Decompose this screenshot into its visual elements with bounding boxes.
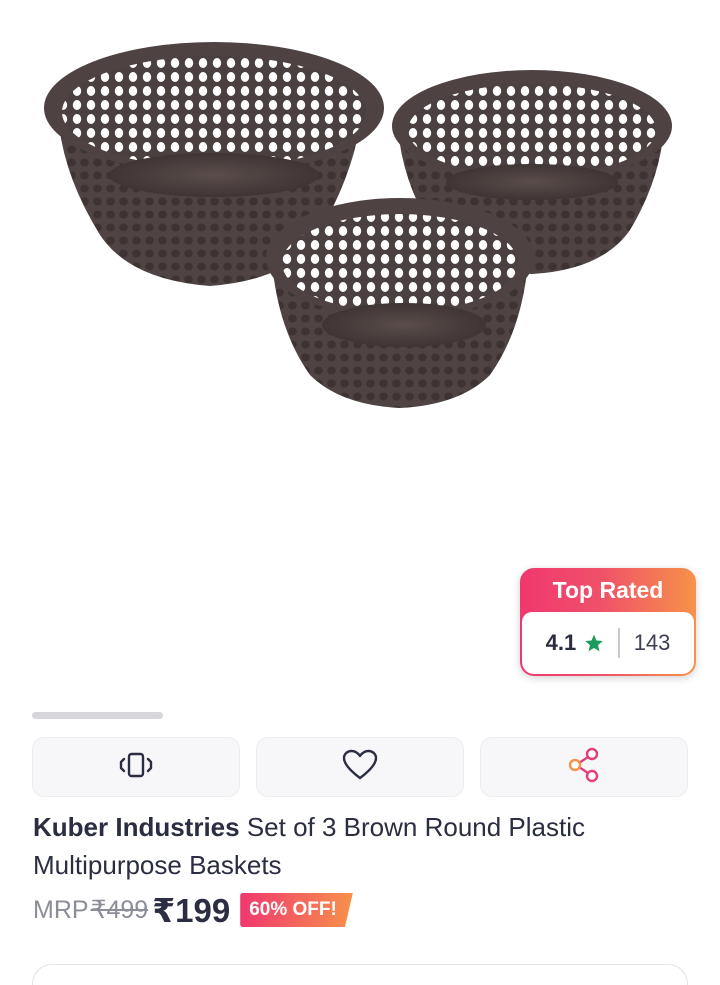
mrp-label: MRP [33,895,89,924]
product-image[interactable] [0,0,720,560]
selling-price: ₹199 [152,891,231,929]
wishlist-button[interactable] [256,737,464,797]
device-vibrate-icon [117,750,155,785]
brand-name[interactable]: Kuber Industries [33,812,240,842]
product-title: Kuber Industries Set of 3 Brown Round Pl… [33,808,693,884]
price-row: MRP ₹499 ₹199 60% OFF! [33,888,353,932]
basket-set-image [44,42,672,408]
similar-products-button[interactable] [32,737,240,797]
share-button[interactable] [480,737,688,797]
top-rated-label: Top Rated [552,576,664,603]
share-icon [567,747,601,788]
next-section-card[interactable] [32,964,688,985]
mrp-value: ₹499 [90,896,149,924]
discount-badge: 60% OFF! [240,893,353,927]
rating-count: 143 [633,630,671,655]
rating-value: 4.1 [545,630,577,655]
basket-small [266,198,534,408]
rating-summary: 4.1 143 [522,612,694,674]
rating-divider [618,628,620,658]
image-carousel-indicator [32,712,163,719]
heart-icon [342,749,378,786]
top-rated-badge[interactable]: Top Rated 4.1 143 [520,568,696,676]
star-icon [584,633,604,653]
